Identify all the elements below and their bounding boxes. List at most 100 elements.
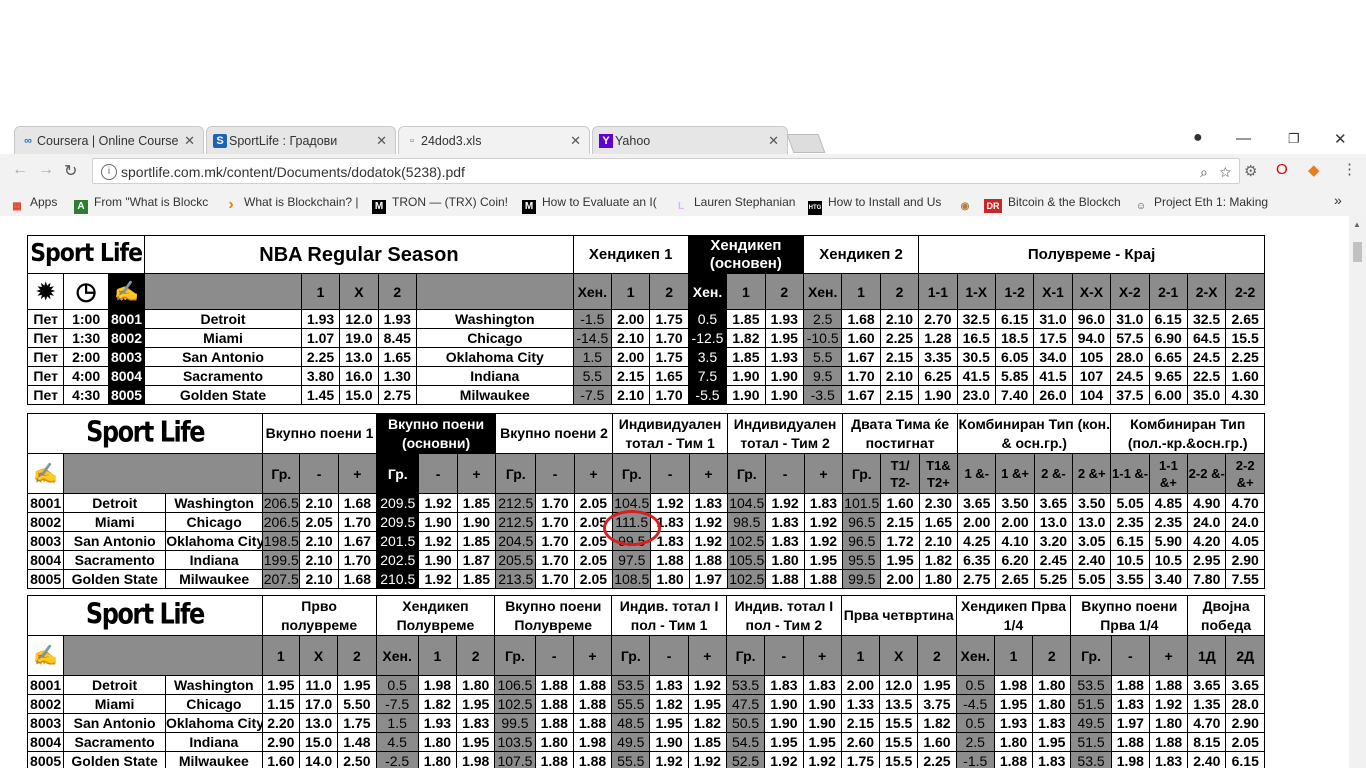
table-cell: Indiana [164, 732, 263, 752]
address-actions: ⌕ ☆ [1200, 159, 1231, 185]
close-icon[interactable]: ✕ [184, 133, 195, 149]
scrollbar[interactable]: ▲ [1349, 216, 1366, 768]
opera-icon[interactable]: O [1276, 161, 1288, 178]
bookmark-icon: A [74, 200, 88, 214]
bookmark-item[interactable]: A From "What is Blockc [74, 195, 208, 214]
minimize-icon[interactable]: — [1236, 130, 1251, 147]
table-cell: Detroit [63, 493, 167, 513]
table-cell: 199.5 [262, 550, 301, 570]
new-tab-button[interactable] [786, 134, 826, 153]
group-indiv-pol-tim2: Индив. тотал I пол - Тим 2 [725, 595, 842, 636]
bookmark-apps[interactable]: ▦ Apps [10, 195, 57, 214]
table-cell: 2.50 [337, 751, 377, 768]
table-cell: 1.70 [535, 512, 575, 532]
table-row: Пет 4:00 8004 Sacramento 3.80 16.0 1.30 Indiana… [26, 366, 1265, 386]
table-cell: 8002 [107, 328, 146, 348]
table-cell: 6.25 [918, 366, 958, 386]
table-cell: 96.0 [1071, 309, 1112, 329]
sportlife-logo: Sport Life [26, 413, 264, 454]
more-bookmarks-icon[interactable]: » [1334, 192, 1342, 208]
table-cell: 1.75 [337, 713, 377, 733]
table-cell: 53.5 [1070, 675, 1112, 695]
table-cell: 1.80 [417, 751, 458, 768]
table-cell: 2.25 [1225, 347, 1265, 367]
group-indiv-tim2: Индивидуален тотал - Тим 2 [727, 413, 844, 454]
tab-24dod3[interactable]: ▫ 24dod3.xls ✕ [398, 126, 590, 154]
header-hen: Хен. [572, 273, 613, 310]
table-cell: 2.05 [299, 512, 339, 532]
table-cell: 4.70 [1225, 493, 1265, 513]
table-cell: 1.80 [456, 675, 496, 695]
table-cell: 11.0 [298, 675, 339, 695]
bookmark-label: How to Install and Us [828, 195, 942, 209]
table-cell: 57.5 [1110, 328, 1150, 348]
bookmark-item[interactable]: HTG How to Install and Us [808, 195, 941, 215]
back-icon[interactable]: ← [12, 161, 28, 179]
table-row: 8001 Detroit Washington 206.5 2.10 1.68 209.5 1… [26, 493, 1265, 513]
table-cell: Detroit [63, 675, 166, 695]
tab-yahoo[interactable]: Y Yahoo ✕ [592, 126, 788, 154]
table-cell: 8001 [107, 309, 146, 329]
address-bar[interactable]: i sportlife.com.mk/content/Documents/dod… [92, 158, 1240, 184]
table-cell: 1.83 [1032, 713, 1072, 733]
table-cell: 1.65 [649, 366, 689, 386]
menu-icon[interactable]: ⋮ [1342, 160, 1357, 178]
scrollbar-thumb[interactable] [1353, 242, 1362, 262]
table-cell: 1.95 [687, 694, 727, 714]
close-icon[interactable]: ✕ [768, 133, 779, 149]
table-cell: Chicago [164, 694, 263, 714]
star-icon[interactable]: ☆ [1220, 164, 1231, 180]
header-minus: - [765, 453, 805, 494]
table-cell: 1.85 [456, 493, 497, 513]
bookmark-item[interactable]: DR Bitcoin & the Blockch [984, 195, 1121, 213]
table-cell: Golden State [63, 569, 167, 589]
table-cell: 8001 [26, 493, 65, 513]
bookmark-item[interactable]: › What is Blockchain? | [224, 195, 358, 213]
bookmark-item[interactable]: ◉ [958, 195, 978, 214]
table-cell: Detroit [144, 309, 302, 329]
metamask-icon[interactable]: ◆ [1308, 161, 1320, 179]
header-1: 1 [417, 635, 458, 676]
header-gr: Гр. [727, 453, 767, 494]
table-cell: 1.97 [688, 569, 729, 589]
header-2: 2 [456, 635, 496, 676]
zoom-icon[interactable]: ⌕ [1200, 164, 1208, 180]
table-cell: 2.10 [299, 493, 339, 513]
sportlife-logo: Sport Life [27, 595, 263, 636]
restore-icon[interactable]: ❐ [1288, 131, 1300, 147]
close-icon[interactable]: ✕ [570, 133, 581, 149]
tab-coursera[interactable]: ∞ Coursera | Online Course ✕ [14, 126, 204, 154]
forward-icon[interactable]: → [38, 161, 54, 179]
tab-sportlife[interactable]: S SportLife : Градови ✕ [206, 126, 396, 154]
table-cell: 213.5 [495, 569, 537, 589]
header-komb: 2-2 &- [1187, 453, 1227, 494]
table-cell: 1.45 [300, 385, 341, 405]
info-icon[interactable]: i [101, 164, 117, 180]
profile-icon[interactable]: ● [1193, 129, 1203, 147]
extension-gear-icon[interactable]: ⚙ [1244, 162, 1257, 180]
table-cell: 1.88 [534, 694, 574, 714]
header-poluvreme-kraj: Полувреме - Крај [918, 235, 1265, 274]
table-cell: 3.80 [300, 366, 341, 386]
table-cell: 2.05 [573, 550, 614, 570]
header-plus: + [572, 635, 613, 676]
bookmark-item[interactable]: ☺ Project Eth 1: Making [1134, 195, 1268, 214]
table-cell: 1.88 [993, 751, 1034, 768]
close-icon[interactable]: ✕ [376, 133, 387, 149]
scroll-up-icon[interactable]: ▲ [1353, 220, 1361, 229]
bookmark-item[interactable]: M TRON — (TRX) Coin! [372, 195, 508, 214]
table-cell: 1.88 [572, 675, 613, 695]
reload-icon[interactable]: ↻ [64, 161, 77, 181]
table-cell: 1.88 [650, 550, 690, 570]
bookmark-item[interactable]: L Lauren Stephanian [674, 195, 795, 214]
bookmark-icon: ☺ [1135, 201, 1147, 212]
bookmark-item[interactable]: M How to Evaluate an I( [522, 195, 657, 214]
header-pk: 2-1 [1148, 273, 1188, 310]
sportlife-icon: S [213, 134, 227, 148]
close-window-icon[interactable]: ✕ [1334, 130, 1347, 148]
medium-icon: M [372, 200, 386, 214]
group-prvo-poluvreme: Прво полувреме [261, 595, 377, 636]
header-plus: + [802, 635, 842, 676]
table-cell: 1.95 [917, 675, 957, 695]
table-cell: Washington [164, 675, 263, 695]
